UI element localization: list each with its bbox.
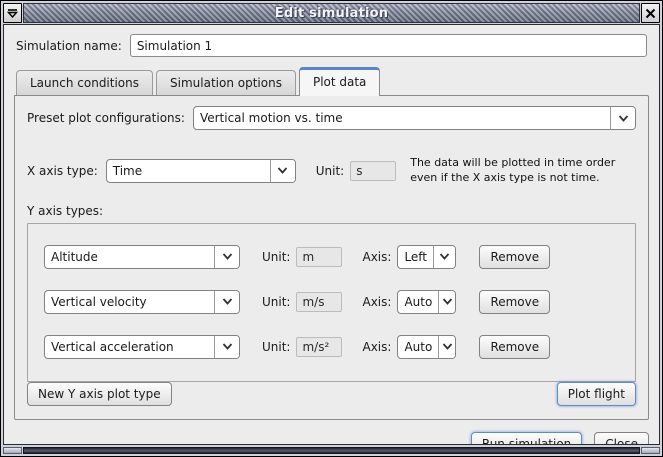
y-axis-types-label: Y axis types:	[27, 204, 636, 218]
dialog-body: Simulation name: Launch conditions Simul…	[3, 24, 660, 445]
new-y-axis-button[interactable]: New Y axis plot type	[27, 382, 172, 406]
tab-launch-conditions[interactable]: Launch conditions	[16, 70, 153, 95]
chevron-down-icon[interactable]	[214, 246, 239, 268]
plot-flight-button[interactable]: Plot flight	[557, 382, 636, 406]
window-close-button[interactable]	[641, 3, 660, 23]
simulation-name-label: Simulation name:	[16, 39, 122, 53]
y-axis-row: Vertical velocity Unit: m/s Axis: Auto	[44, 290, 619, 314]
y-axis-row: Vertical acceleration Unit: m/s² Axis: A…	[44, 335, 619, 359]
axis-value: Auto	[398, 291, 438, 313]
window-menu-button[interactable]	[3, 3, 22, 23]
window-menu-icon	[7, 9, 18, 18]
unit-label: Unit:	[262, 295, 290, 309]
unit-value: m	[296, 247, 342, 267]
window-title: Edit simulation	[275, 6, 388, 21]
preset-config-select[interactable]: Vertical motion vs. time	[193, 106, 636, 130]
axis-select[interactable]: Auto	[397, 335, 456, 359]
x-axis-unit-label: Unit:	[316, 164, 344, 178]
preset-config-value: Vertical motion vs. time	[194, 107, 610, 129]
y-type-select[interactable]: Vertical velocity	[44, 290, 240, 314]
window-bottom-edge[interactable]	[23, 447, 640, 454]
y-type-select[interactable]: Vertical acceleration	[44, 335, 240, 359]
x-axis-type-select[interactable]: Time	[106, 159, 296, 183]
unit-value: m/s²	[296, 337, 342, 357]
titlebar: Edit simulation	[3, 3, 660, 23]
remove-button[interactable]: Remove	[479, 335, 550, 359]
y-type-value: Altitude	[45, 246, 214, 268]
axis-value: Auto	[398, 336, 438, 358]
remove-button[interactable]: Remove	[479, 245, 550, 269]
chevron-down-icon[interactable]	[438, 291, 455, 313]
chevron-down-icon[interactable]	[610, 107, 635, 129]
window-resize-grip-left[interactable]	[3, 447, 22, 454]
chevron-down-icon[interactable]	[214, 336, 239, 358]
x-axis-type-label: X axis type:	[27, 164, 98, 178]
axis-select[interactable]: Left	[397, 245, 456, 269]
window-resize-grip-right[interactable]	[641, 447, 660, 454]
close-icon	[645, 8, 656, 19]
axis-value: Left	[398, 246, 433, 268]
titlebar-hatch[interactable]: Edit simulation	[23, 3, 640, 23]
y-type-select[interactable]: Altitude	[44, 245, 240, 269]
preset-config-label: Preset plot configurations:	[27, 111, 185, 125]
run-simulation-button[interactable]: Run simulation	[471, 432, 582, 445]
axis-label: Axis:	[362, 340, 391, 354]
chevron-down-icon[interactable]	[270, 160, 295, 182]
unit-label: Unit:	[262, 340, 290, 354]
unit-value: m/s	[296, 292, 342, 312]
y-type-value: Vertical velocity	[45, 291, 214, 313]
axis-label: Axis:	[362, 295, 391, 309]
plot-data-panel: Preset plot configurations: Vertical mot…	[14, 95, 649, 420]
x-axis-type-value: Time	[107, 160, 270, 182]
axis-label: Axis:	[362, 250, 391, 264]
unit-label: Unit:	[262, 250, 290, 264]
chevron-down-icon[interactable]	[438, 336, 455, 358]
tab-plot-data[interactable]: Plot data	[299, 67, 380, 96]
chevron-down-icon[interactable]	[433, 246, 455, 268]
x-axis-unit-value: s	[350, 161, 396, 181]
chevron-down-icon[interactable]	[214, 291, 239, 313]
x-axis-note: The data will be plotted in time order e…	[410, 156, 636, 186]
tab-simulation-options[interactable]: Simulation options	[156, 70, 296, 95]
edit-simulation-window: Edit simulation Simulation name: Launch …	[0, 0, 663, 457]
window-bottom-border	[3, 447, 660, 454]
simulation-name-input[interactable]	[130, 34, 647, 57]
tab-bar: Launch conditions Simulation options Plo…	[14, 67, 649, 95]
close-button[interactable]: Close	[594, 432, 649, 445]
y-type-value: Vertical acceleration	[45, 336, 214, 358]
y-axis-row: Altitude Unit: m Axis: Left Remov	[44, 245, 619, 269]
y-axis-group: Altitude Unit: m Axis: Left Remov	[27, 223, 636, 382]
axis-select[interactable]: Auto	[397, 290, 456, 314]
remove-button[interactable]: Remove	[479, 290, 550, 314]
